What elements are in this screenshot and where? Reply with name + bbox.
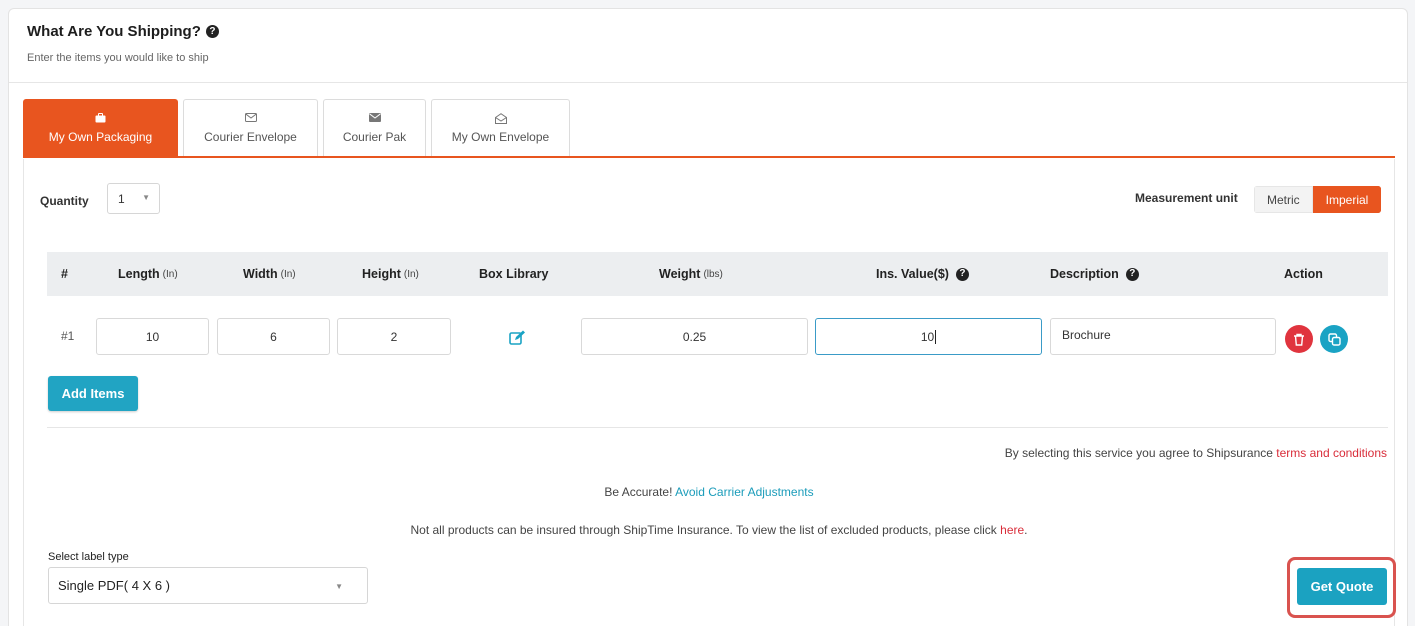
add-items-button[interactable]: Add Items <box>48 376 138 411</box>
excluded-products-note: Not all products can be insured through … <box>410 523 1028 537</box>
page-title: What Are You Shipping? ? <box>27 23 219 40</box>
question-circle-icon[interactable]: ? <box>205 25 219 38</box>
header-width: Width (In) <box>243 267 296 281</box>
terms-and-conditions-link[interactable]: terms and conditions <box>1276 446 1387 460</box>
text-cursor <box>935 329 937 344</box>
label-type-select[interactable]: Single PDF( 4 X 6 ) ▼ <box>48 567 368 604</box>
card-header: What Are You Shipping? ? Enter the items… <box>9 9 1407 83</box>
length-input[interactable]: 10 <box>96 318 209 355</box>
description-input[interactable]: Brochure <box>1050 318 1276 355</box>
tab-label: Courier Pak <box>342 129 407 144</box>
header-description: Description ? <box>1050 267 1139 281</box>
shipping-card: What Are You Shipping? ? Enter the items… <box>8 8 1408 626</box>
header-ins-value: Ins. Value($) ? <box>876 267 969 281</box>
quantity-select[interactable]: 1 ▼ <box>107 183 160 214</box>
header-box-library: Box Library <box>479 267 549 281</box>
row-number: #1 <box>61 329 75 343</box>
tab-label: My Own Envelope <box>451 129 550 144</box>
header-num: # <box>61 267 68 281</box>
duplicate-row-button[interactable] <box>1320 325 1348 353</box>
page-subtitle: Enter the items you would like to ship <box>27 52 209 64</box>
page-title-text: What Are You Shipping? <box>27 23 201 40</box>
width-input[interactable]: 6 <box>217 318 330 355</box>
height-input[interactable]: 2 <box>337 318 451 355</box>
question-circle-icon[interactable]: ? <box>955 267 969 281</box>
envelope-filled-icon <box>368 112 381 126</box>
weight-input[interactable]: 0.25 <box>581 318 808 355</box>
header-action: Action <box>1284 267 1323 281</box>
briefcase-icon <box>95 112 106 126</box>
imperial-button[interactable]: Imperial <box>1312 186 1382 213</box>
label-type-label: Select label type <box>48 551 129 563</box>
insurance-terms-note: By selecting this service you agree to S… <box>1004 446 1387 460</box>
envelope-open-icon <box>494 112 507 126</box>
tab-my-own-packaging[interactable]: My Own Packaging <box>23 99 178 156</box>
question-circle-icon[interactable]: ? <box>1125 267 1139 281</box>
accuracy-note: Be Accurate! Avoid Carrier Adjustments <box>604 485 814 499</box>
metric-button[interactable]: Metric <box>1254 186 1313 213</box>
get-quote-button[interactable]: Get Quote <box>1297 568 1387 605</box>
label-type-value: Single PDF( 4 X 6 ) <box>58 578 170 593</box>
envelope-outline-icon <box>244 112 257 126</box>
packaging-panel: Quantity 1 ▼ Measurement unit Metric Imp… <box>23 159 1396 626</box>
trash-icon <box>1294 333 1304 346</box>
header-weight: Weight (lbs) <box>659 267 723 281</box>
excluded-products-link[interactable]: here <box>1000 523 1024 537</box>
items-table-header: # Length (In) Width (In) Height (In) Box… <box>47 252 1388 296</box>
tab-courier-pak[interactable]: Courier Pak <box>323 99 426 156</box>
header-length: Length (In) <box>118 267 178 281</box>
header-height: Height (In) <box>362 267 419 281</box>
ins-value-text: 10 <box>920 329 935 344</box>
avoid-carrier-adjustments-link[interactable]: Avoid Carrier Adjustments <box>675 485 814 499</box>
ins-value-input[interactable]: 10 <box>815 318 1042 355</box>
copy-icon <box>1327 332 1341 346</box>
tab-my-own-envelope[interactable]: My Own Envelope <box>431 99 570 156</box>
measurement-unit-toggle: Metric Imperial <box>1254 186 1382 213</box>
quantity-value: 1 <box>118 191 125 206</box>
chevron-down-icon: ▼ <box>142 193 150 202</box>
tab-label: My Own Packaging <box>48 129 153 144</box>
delete-row-button[interactable] <box>1285 325 1313 353</box>
packaging-tabs: My Own Packaging Courier Envelope Courie… <box>23 99 1395 158</box>
edit-box-library-icon[interactable] <box>508 329 526 347</box>
tab-label: Courier Envelope <box>204 129 297 144</box>
quantity-label: Quantity <box>40 194 89 208</box>
measurement-unit-label: Measurement unit <box>1135 191 1238 205</box>
chevron-down-icon: ▼ <box>335 582 343 591</box>
tab-courier-envelope[interactable]: Courier Envelope <box>183 99 318 156</box>
divider <box>47 427 1388 428</box>
